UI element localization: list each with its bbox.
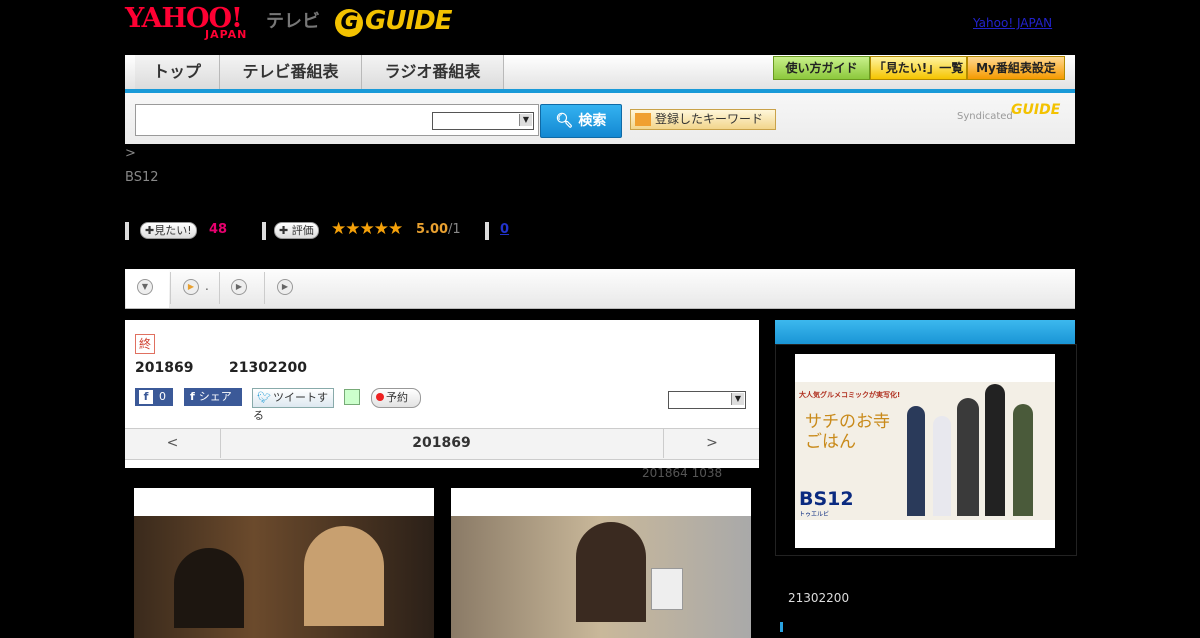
bs12-logo: BS12 [799, 488, 854, 510]
last-updated-note: 201864 1038 [642, 466, 723, 480]
dropdown-arrow-icon [635, 113, 651, 126]
plus-icon: ✚ [279, 224, 289, 237]
tab-label[interactable]: . [205, 279, 209, 293]
tab-play-icon[interactable]: ▶ [183, 279, 199, 295]
person-figure [985, 384, 1005, 516]
divider [264, 272, 265, 304]
tab-play-icon[interactable]: ▶ [277, 279, 293, 295]
yahoo-japan-logo-text: JAPAN [205, 28, 248, 41]
person-figure [576, 522, 646, 622]
previous-day-button[interactable]: < [125, 428, 221, 458]
final-episode-badge: 終 [135, 334, 155, 354]
program-photo-1[interactable] [134, 488, 434, 638]
promo-title: サチのお寺ごはん [805, 412, 890, 452]
divider [125, 222, 129, 240]
facebook-icon: f [139, 390, 153, 404]
syndicated-label: Syndicated [957, 111, 1013, 122]
rating-count: /1 [448, 222, 461, 237]
rating-score: 5.00 [416, 222, 449, 237]
side-panel-header [775, 320, 1075, 344]
record-reserve-button[interactable]: 予約 [371, 388, 421, 408]
g-icon: G [335, 9, 363, 37]
facebook-icon: f [190, 390, 195, 403]
person-figure [1013, 404, 1033, 516]
promo-image[interactable]: 大人気グルメコミックが実写化! サチのお寺ごはん BS12 トゥエルビ [795, 354, 1055, 548]
plus-icon: ✚ [145, 224, 155, 237]
rating-stars: ★★★★★ [331, 219, 403, 239]
watchlist-button[interactable]: 「見たい!」一覧 [870, 56, 967, 80]
guide-button[interactable]: 使い方ガイド [773, 56, 870, 80]
saved-keywords-button[interactable]: 登録したキーワード [630, 109, 776, 130]
record-dot-icon [376, 393, 384, 401]
breadcrumb[interactable]: > [125, 146, 136, 161]
person-figure [174, 548, 244, 628]
rate-button[interactable]: ✚ 評価 [274, 222, 319, 239]
content-tabs [125, 269, 1075, 309]
person-figure [304, 526, 384, 626]
facebook-share-button[interactable]: f シェア [184, 388, 242, 406]
program-date: 201869 [135, 360, 194, 376]
channel-name: BS12 [125, 170, 159, 185]
divider [170, 272, 171, 304]
tab-tv-schedule[interactable]: テレビ番組表 [220, 55, 362, 89]
person-figure [957, 398, 979, 516]
program-photo-2[interactable] [451, 488, 751, 638]
divider [219, 272, 220, 304]
divider [485, 222, 489, 240]
chevron-down-icon: ▼ [731, 393, 744, 405]
promo-tagline: 大人気グルメコミックが実写化! [799, 391, 901, 399]
tv-logo-text: テレビ [266, 11, 320, 32]
twitter-icon: 🐦︎ [257, 391, 271, 404]
program-time: 21302200 [229, 360, 307, 376]
program-select[interactable]: ▼ [668, 391, 746, 409]
calendar-add-icon[interactable] [344, 389, 360, 405]
yahoo-japan-link[interactable]: Yahoo! JAPAN [973, 16, 1052, 30]
mitai-count: 48 [209, 222, 228, 237]
main-nav: トップ テレビ番組表 ラジオ番組表 使い方ガイド 「見たい!」一覧 My番組表設… [125, 55, 1075, 93]
person-figure [933, 416, 951, 516]
side-program-time: 21302200 [788, 591, 850, 605]
search-button[interactable]: 🔍︎ 検索 [540, 104, 622, 138]
fan-unit [651, 568, 683, 610]
search-icon: 🔍︎ [555, 113, 574, 129]
person-figure [907, 406, 925, 516]
side-accent-bar [780, 622, 783, 632]
tab-radio-schedule[interactable]: ラジオ番組表 [362, 55, 504, 89]
gguide-logo[interactable]: G GUIDE [335, 6, 452, 37]
chevron-down-icon: ▼ [519, 114, 532, 126]
tab-expand-icon[interactable]: ▼ [137, 279, 153, 295]
tweet-button[interactable]: 🐦︎ ツイートする [252, 388, 334, 422]
next-day-button[interactable]: > [663, 428, 760, 458]
my-schedule-settings-button[interactable]: My番組表設定 [967, 56, 1065, 80]
current-date: 201869 [412, 435, 471, 451]
tab-play-icon[interactable]: ▶ [231, 279, 247, 295]
mitai-button[interactable]: ✚見たい! [140, 222, 197, 239]
bs12-logo-sub: トゥエルビ [799, 511, 830, 518]
tab-top[interactable]: トップ [135, 55, 220, 89]
facebook-like-button[interactable]: f0 [135, 388, 173, 406]
comment-count-link[interactable]: 0 [500, 222, 509, 237]
divider [262, 222, 266, 240]
search-category-select[interactable]: ▼ [432, 112, 534, 130]
syndicated-gguide-logo: GUIDE [1011, 102, 1061, 118]
